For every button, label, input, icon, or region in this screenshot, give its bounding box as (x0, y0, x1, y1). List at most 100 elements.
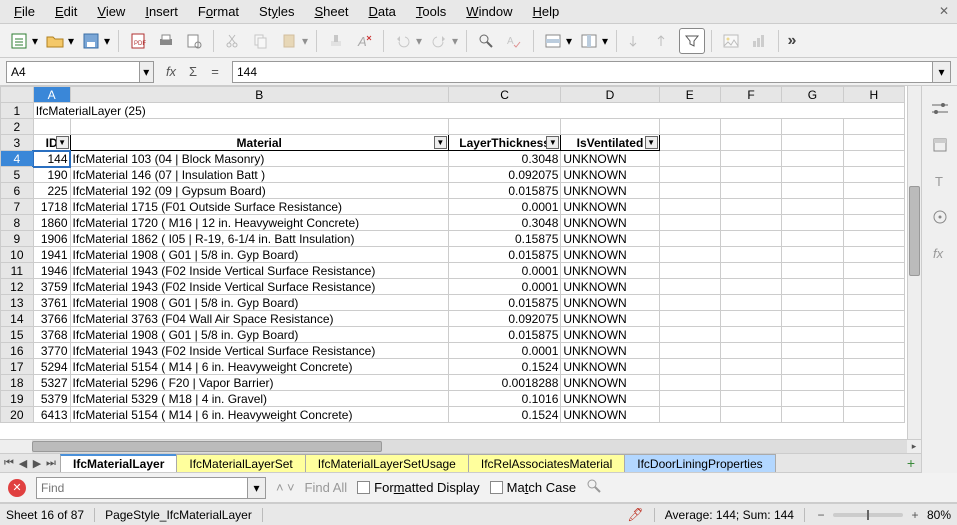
title-cell[interactable]: IfcMaterialLayer (25) (33, 103, 904, 119)
cell[interactable]: IfcMaterial 1908 ( G01 | 5/8 in. Gyp Boa… (70, 247, 448, 263)
cell[interactable]: 3770 (33, 343, 70, 359)
col-header-E[interactable]: E (659, 87, 720, 103)
cell[interactable]: IfcMaterial 5154 ( M14 | 6 in. Heavyweig… (70, 359, 448, 375)
menu-data[interactable]: Data (360, 2, 403, 21)
formatted-display-checkbox[interactable]: Formatted Display (357, 480, 480, 495)
menu-file[interactable]: File (6, 2, 43, 21)
row-header[interactable]: 5 (1, 167, 34, 183)
cell[interactable]: 1946 (33, 263, 70, 279)
add-sheet-icon[interactable]: + (901, 454, 921, 472)
cell[interactable]: 3759 (33, 279, 70, 295)
tab-next-icon[interactable]: ▶ (30, 457, 44, 470)
menu-insert[interactable]: Insert (137, 2, 186, 21)
match-case-checkbox[interactable]: Match Case (490, 480, 576, 495)
cell[interactable]: 0.0001 (448, 279, 560, 295)
menu-window[interactable]: Window (458, 2, 520, 21)
horizontal-scrollbar[interactable]: ▸ (0, 439, 921, 453)
menu-help[interactable]: Help (525, 2, 568, 21)
redo-dropdown-icon[interactable]: ▾ (450, 34, 460, 48)
menu-format[interactable]: Format (190, 2, 247, 21)
cell[interactable]: IfcMaterial 3763 (F04 Wall Air Space Res… (70, 311, 448, 327)
cell[interactable]: 0.3048 (448, 151, 560, 167)
print-icon[interactable] (153, 28, 179, 54)
cell[interactable]: IfcMaterial 1943 (F02 Inside Vertical Su… (70, 263, 448, 279)
paste-icon[interactable] (276, 28, 302, 54)
menu-view[interactable]: View (89, 2, 133, 21)
cell[interactable]: 5327 (33, 375, 70, 391)
cell[interactable]: UNKNOWN (561, 215, 659, 231)
row-header[interactable]: 20 (1, 407, 34, 423)
cell[interactable]: IfcMaterial 5296 ( F20 | Vapor Barrier) (70, 375, 448, 391)
status-signature-icon[interactable]: 🖊 (627, 507, 644, 523)
paste-dropdown-icon[interactable]: ▾ (300, 34, 310, 48)
col-header-H[interactable]: H (843, 87, 904, 103)
find-prev-icon[interactable]: ˄ (276, 480, 284, 495)
cell[interactable]: 5379 (33, 391, 70, 407)
cell[interactable]: UNKNOWN (561, 407, 659, 423)
new-icon[interactable] (6, 28, 32, 54)
cell[interactable]: 6413 (33, 407, 70, 423)
sidebar-gallery-icon[interactable]: T (929, 170, 951, 192)
cell[interactable]: 0.015875 (448, 295, 560, 311)
row-header[interactable]: 15 (1, 327, 34, 343)
find-input[interactable] (36, 477, 248, 499)
export-pdf-icon[interactable]: PDF (125, 28, 151, 54)
insert-image-icon[interactable] (718, 28, 744, 54)
cell[interactable]: IfcMaterial 1862 ( I05 | R-19, 6-1/4 in.… (70, 231, 448, 247)
cell[interactable]: 1860 (33, 215, 70, 231)
find-replace-icon[interactable] (473, 28, 499, 54)
cell[interactable]: 0.015875 (448, 327, 560, 343)
sum-icon[interactable]: Σ (184, 64, 202, 79)
cell[interactable]: 0.15875 (448, 231, 560, 247)
find-options-icon[interactable] (586, 478, 602, 497)
sort-desc-icon[interactable] (651, 28, 677, 54)
menu-tools[interactable]: Tools (408, 2, 454, 21)
cell[interactable]: 0.1016 (448, 391, 560, 407)
row-header[interactable]: 12 (1, 279, 34, 295)
row-header[interactable]: 18 (1, 375, 34, 391)
cell[interactable]: 3768 (33, 327, 70, 343)
cell[interactable]: IfcMaterial 103 (04 | Block Masonry) (70, 151, 448, 167)
row-header[interactable]: 2 (1, 119, 34, 135)
cell[interactable]: 0.0001 (448, 199, 560, 215)
row-header[interactable]: 11 (1, 263, 34, 279)
clone-formatting-icon[interactable] (323, 28, 349, 54)
column-icon[interactable] (576, 28, 602, 54)
cell[interactable]: 0.1524 (448, 359, 560, 375)
cell[interactable]: UNKNOWN (561, 167, 659, 183)
find-dropdown-icon[interactable]: ▾ (248, 477, 266, 499)
sheet-tab[interactable]: IfcMaterialLayer (60, 454, 177, 472)
cell[interactable]: IfcMaterial 5329 ( M18 | 4 in. Gravel) (70, 391, 448, 407)
sheet-tab[interactable]: IfcMaterialLayerSetUsage (305, 454, 469, 472)
row-header[interactable]: 4 (1, 151, 34, 167)
sheet-tab[interactable]: IfcMaterialLayerSet (176, 454, 305, 472)
cell[interactable]: UNKNOWN (561, 391, 659, 407)
autofilter-icon[interactable] (679, 28, 705, 54)
function-wizard-icon[interactable]: fx (162, 64, 180, 79)
redo-icon[interactable] (426, 28, 452, 54)
cut-icon[interactable] (220, 28, 246, 54)
cell[interactable]: UNKNOWN (561, 327, 659, 343)
tab-last-icon[interactable]: ⏭ (44, 457, 58, 470)
filter-header-id[interactable]: ID▼ (33, 135, 70, 151)
row-header[interactable]: 13 (1, 295, 34, 311)
cell[interactable]: UNKNOWN (561, 279, 659, 295)
sidebar-functions-icon[interactable]: fx (929, 242, 951, 264)
cell[interactable]: UNKNOWN (561, 343, 659, 359)
cell[interactable]: 0.0018288 (448, 375, 560, 391)
cell[interactable]: UNKNOWN (561, 199, 659, 215)
tab-first-icon[interactable]: ⏮ (2, 457, 16, 470)
row-header[interactable]: 3 (1, 135, 34, 151)
sheet-tab[interactable]: IfcDoorLiningProperties (624, 454, 775, 472)
sheet-tab[interactable]: IfcRelAssociatesMaterial (468, 454, 625, 472)
filter-dropdown-icon[interactable]: ▼ (434, 136, 447, 149)
copy-icon[interactable] (248, 28, 274, 54)
filter-dropdown-icon[interactable]: ▼ (645, 136, 658, 149)
sidebar-navigator-icon[interactable] (929, 206, 951, 228)
save-icon[interactable] (78, 28, 104, 54)
cell[interactable]: 5294 (33, 359, 70, 375)
cell[interactable]: UNKNOWN (561, 311, 659, 327)
find-all-button[interactable]: Find All (305, 480, 348, 495)
sidebar-styles-icon[interactable] (929, 134, 951, 156)
row-header[interactable]: 14 (1, 311, 34, 327)
